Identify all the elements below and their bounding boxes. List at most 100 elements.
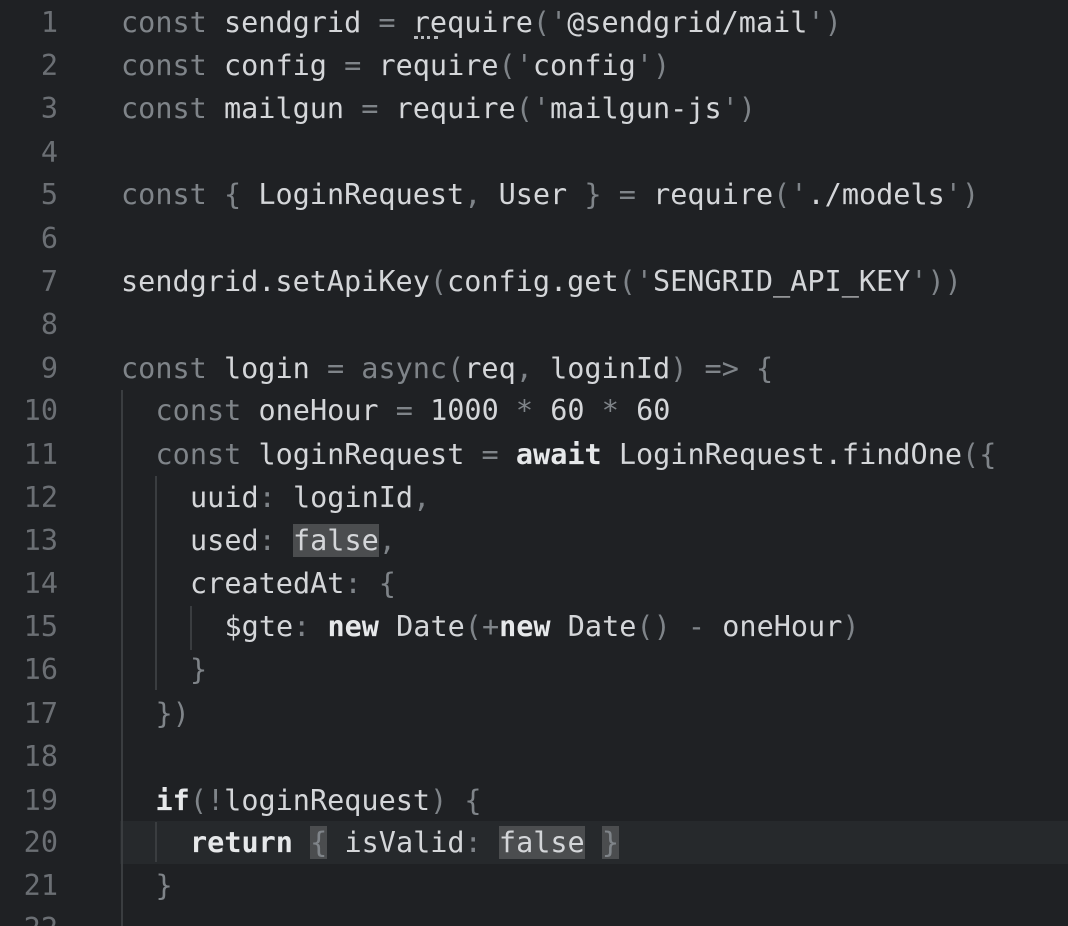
line-number[interactable]: 10 [0, 389, 58, 432]
line-number[interactable]: 8 [0, 303, 58, 346]
code-token: loginId [550, 352, 671, 385]
code-line-11[interactable]: 11 const loginRequest = await LoginReques… [0, 433, 1068, 476]
line-number[interactable]: 2 [0, 44, 58, 87]
code-line-3[interactable]: 3 const mailgun = require('mailgun-js') [0, 87, 1068, 130]
code-token: const [121, 49, 207, 82]
line-number[interactable]: 21 [0, 864, 58, 907]
line-number[interactable]: 16 [0, 648, 58, 691]
code-token: 60 [636, 394, 671, 427]
code-token: mailgun-js [550, 92, 722, 125]
code-token: @sendgrid/mail [567, 6, 808, 39]
code-token: mailgun [223, 92, 345, 125]
code-line-4[interactable]: 4 [0, 131, 1068, 174]
code-line-22[interactable]: 22 [0, 907, 1068, 926]
code-line-7[interactable]: 7 sendgrid.setApiKey(config.get('SENGRID_… [0, 260, 1068, 303]
code-token: loginId [292, 481, 414, 514]
code-token: (' [498, 49, 533, 82]
code-token: config [223, 49, 327, 82]
line-number[interactable]: 22 [0, 907, 58, 926]
code-line-8[interactable]: 8 [0, 303, 1068, 346]
line-number[interactable]: 11 [0, 433, 58, 476]
code-editor[interactable]: 1 const sendgrid = require('@sendgrid/mai… [0, 0, 1068, 926]
code-token: const [121, 352, 207, 385]
code-line-19[interactable]: 19 if(!loginRequest) { [0, 779, 1068, 822]
code-line-18[interactable]: 18 [0, 735, 1068, 778]
code-token: { [378, 567, 396, 600]
line-number[interactable]: 6 [0, 217, 58, 260]
code-line-20[interactable]: 20 return { isValid: false } [0, 821, 1068, 864]
code-token: require [395, 92, 516, 125]
line-number[interactable]: 3 [0, 87, 58, 130]
code-token: = [326, 352, 345, 385]
line-number[interactable]: 7 [0, 260, 58, 303]
code-token: $gte [224, 610, 294, 643]
code-line-6[interactable]: 6 [0, 217, 1068, 260]
code-text: const oneHour = 1000 * 60 * 60 [156, 389, 671, 432]
code-token: ) [842, 610, 860, 643]
line-number[interactable]: 18 [0, 735, 58, 778]
code-token: } [190, 653, 208, 686]
code-token: SENGRID_API_KEY [652, 265, 911, 298]
code-token: isValid [344, 826, 465, 859]
code-line-21[interactable]: 21} [0, 864, 1068, 907]
code-token: { [310, 826, 328, 859]
code-text: uuid: loginId, [190, 476, 430, 519]
code-token: { [223, 178, 242, 211]
code-token: * [515, 394, 534, 427]
code-text: $gte: new Date(+new Date() - oneHour) [225, 605, 860, 648]
code-token: const [121, 6, 207, 39]
line-number[interactable]: 17 [0, 692, 58, 735]
code-token: ( [429, 265, 448, 298]
code-text: }) [156, 692, 190, 735]
code-line-10[interactable]: 10 const oneHour = 1000 * 60 * 60 [0, 389, 1068, 432]
code-text: const sendgrid = require('@sendgrid/mail… [121, 1, 842, 44]
code-token: ) [670, 352, 688, 385]
code-token: => [704, 352, 739, 385]
line-number[interactable]: 9 [0, 347, 58, 390]
code-token: * [601, 394, 619, 427]
code-token: ') [944, 178, 980, 211]
line-number[interactable]: 12 [0, 476, 58, 519]
code-token: (' [773, 178, 808, 211]
code-token: require [378, 49, 499, 82]
code-token: = [481, 438, 499, 471]
code-line-9[interactable]: 9 const login = async(req, loginId) => { [0, 347, 1068, 390]
code-token: createdAt [190, 567, 345, 600]
code-line-14[interactable]: 14 createdAt: { [0, 562, 1068, 605]
code-line-2[interactable]: 2 const config = require('config') [0, 44, 1068, 87]
line-number[interactable]: 14 [0, 562, 58, 605]
code-token: ( [447, 352, 465, 385]
code-token: if [155, 784, 190, 817]
code-token: require [412, 6, 533, 39]
code-line-1[interactable]: 1 const sendgrid = require('@sendgrid/mai… [0, 1, 1068, 44]
code-token: ') [807, 6, 842, 39]
code-token: const [121, 92, 207, 125]
code-text: const { LoginRequest, User } = require('… [121, 173, 979, 216]
code-token: (' [532, 6, 568, 39]
code-token: = [361, 92, 379, 125]
code-text: const login = async(req, loginId) => { [121, 347, 773, 390]
line-number[interactable]: 5 [0, 173, 58, 216]
code-line-15[interactable]: 15 $gte: new Date(+new Date() - oneHour) [0, 605, 1068, 648]
code-token: } [584, 178, 602, 211]
code-line-13[interactable]: 13 used: false, [0, 519, 1068, 562]
code-token: : [258, 524, 276, 557]
code-token: loginRequest [224, 784, 431, 817]
code-token: require [653, 178, 774, 211]
code-line-12[interactable]: 12 uuid: loginId, [0, 476, 1068, 519]
line-number[interactable]: 15 [0, 605, 58, 648]
line-number[interactable]: 19 [0, 779, 58, 822]
code-token: , [515, 352, 533, 385]
line-number[interactable]: 20 [0, 821, 58, 864]
code-token: oneHour [258, 394, 379, 427]
code-line-17[interactable]: 17}) [0, 692, 1068, 735]
line-number[interactable]: 1 [0, 1, 58, 44]
line-number[interactable]: 4 [0, 131, 58, 174]
code-line-16[interactable]: 16} [0, 648, 1068, 691]
line-number[interactable]: 13 [0, 519, 58, 562]
code-token: ) [430, 784, 448, 817]
code-token: ') [721, 92, 756, 125]
code-text: const config = require('config') [121, 44, 670, 87]
code-token: LoginRequest.findOne [618, 438, 963, 471]
code-line-5[interactable]: 5 const { LoginRequest, User } = require(… [0, 173, 1068, 216]
